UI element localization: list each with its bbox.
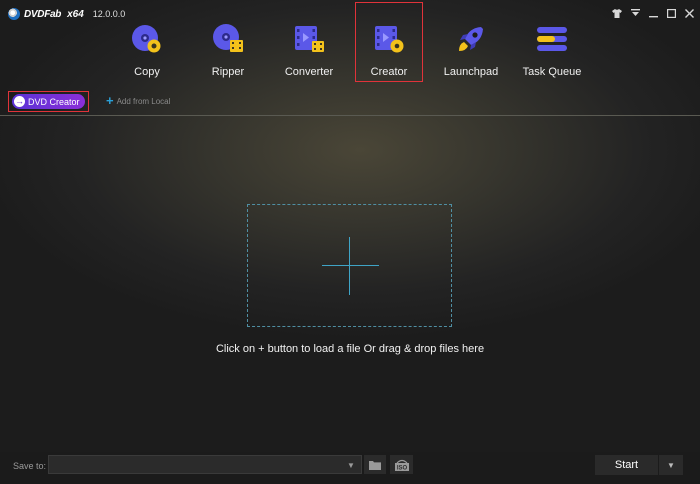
drop-hint-text: Click on + button to load a file Or drag…	[215, 343, 485, 355]
file-drop-zone[interactable]	[247, 204, 452, 327]
iso-disc-icon: ISO	[394, 459, 409, 471]
folder-icon	[369, 460, 381, 470]
dvd-creator-label: DVD Creator	[28, 96, 80, 107]
converter-film-icon	[295, 26, 324, 52]
nav-creator[interactable]: Creator	[355, 2, 423, 82]
copy-disc-icon	[132, 25, 161, 53]
nav-converter[interactable]: Converter	[276, 4, 342, 82]
rocket-icon	[459, 27, 483, 51]
nav-copy[interactable]: Copy	[114, 4, 180, 82]
arrow-right-icon: →	[14, 96, 25, 107]
nav-task-queue-label: Task Queue	[522, 66, 582, 78]
bottom-bar: Save to: ▼ ISO Start ▼	[0, 452, 700, 484]
nav-launchpad-label: Launchpad	[443, 66, 499, 78]
start-button[interactable]: Start	[595, 455, 658, 475]
nav-task-queue[interactable]: Task Queue	[519, 4, 585, 82]
chevron-down-icon: ▼	[667, 460, 675, 470]
browse-folder-button[interactable]	[364, 455, 386, 474]
nav-ripper-label: Ripper	[211, 66, 245, 78]
toolbar-divider	[0, 115, 700, 116]
start-options-dropdown[interactable]: ▼	[659, 455, 683, 475]
creator-film-icon	[375, 26, 404, 53]
svg-text:ISO: ISO	[396, 465, 407, 471]
ripper-icon	[213, 24, 243, 52]
add-from-local-button[interactable]: + Add from Local	[106, 93, 171, 108]
add-plus-icon-h	[322, 265, 379, 266]
iso-output-button[interactable]: ISO	[390, 455, 413, 474]
nav-creator-label: Creator	[370, 66, 408, 78]
save-to-input[interactable]	[48, 455, 362, 474]
save-to-label: Save to:	[13, 461, 47, 471]
add-from-local-label: Add from Local	[116, 96, 171, 106]
nav-copy-label: Copy	[134, 66, 160, 78]
add-plus-icon	[349, 237, 350, 295]
sub-toolbar: → DVD Creator + Add from Local	[0, 91, 700, 115]
nav-ripper[interactable]: Ripper	[195, 4, 261, 82]
plus-icon: +	[106, 93, 114, 108]
save-to-dropdown-icon[interactable]: ▼	[347, 461, 355, 470]
task-queue-icon	[537, 27, 567, 51]
nav-converter-label: Converter	[284, 66, 334, 78]
main-nav: Copy Ripper Converter Creator Launchpad …	[0, 0, 700, 84]
nav-launchpad[interactable]: Launchpad	[438, 4, 504, 82]
dvd-creator-mode-button[interactable]: → DVD Creator	[12, 94, 85, 109]
dvd-creator-highlight: → DVD Creator	[8, 91, 89, 112]
